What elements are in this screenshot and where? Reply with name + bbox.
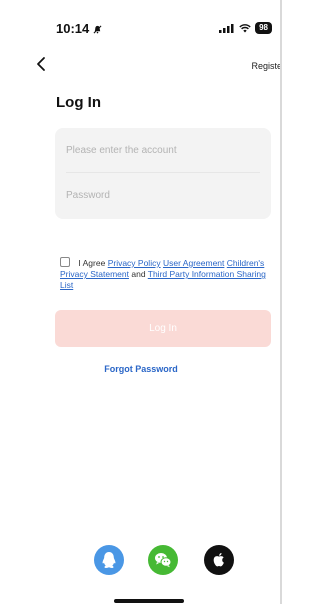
frame-edge [280, 0, 282, 604]
agree-prefix: I Agree [78, 258, 106, 268]
home-indicator [114, 599, 184, 603]
page-title: Log In [56, 94, 101, 111]
account-field[interactable] [66, 128, 260, 173]
wifi-icon [239, 23, 251, 32]
agreement-text: I Agree Privacy Policy User Agreement Ch… [60, 257, 270, 291]
qq-icon [102, 552, 116, 568]
agree-checkbox[interactable] [60, 257, 70, 267]
register-link[interactable]: Registe [251, 61, 282, 71]
qq-login-button[interactable] [94, 545, 124, 575]
apple-icon [213, 553, 224, 567]
login-button[interactable]: Log In [55, 310, 271, 347]
agree-and: and [131, 269, 146, 279]
privacy-policy-link[interactable]: Privacy Policy [108, 258, 161, 268]
account-input[interactable] [66, 144, 260, 156]
user-agreement-link[interactable]: User Agreement [163, 258, 224, 268]
wechat-login-button[interactable] [148, 545, 178, 575]
time-text: 10:14 [56, 21, 90, 36]
status-icons: 98 [219, 22, 272, 34]
signal-icon [219, 23, 234, 33]
battery-icon: 98 [255, 22, 272, 34]
forgot-password-link[interactable]: Forgot Password [0, 364, 282, 374]
silent-mode-icon [93, 25, 102, 34]
login-screen: 10:14 98 Registe Log In Please enter the… [0, 0, 282, 604]
status-time: 10:14 [56, 21, 102, 36]
apple-login-button[interactable] [204, 545, 234, 575]
wechat-icon [155, 553, 172, 568]
password-field[interactable] [66, 173, 260, 217]
login-form [55, 128, 271, 219]
chevron-left-icon[interactable] [34, 56, 50, 72]
password-input[interactable] [66, 189, 260, 201]
